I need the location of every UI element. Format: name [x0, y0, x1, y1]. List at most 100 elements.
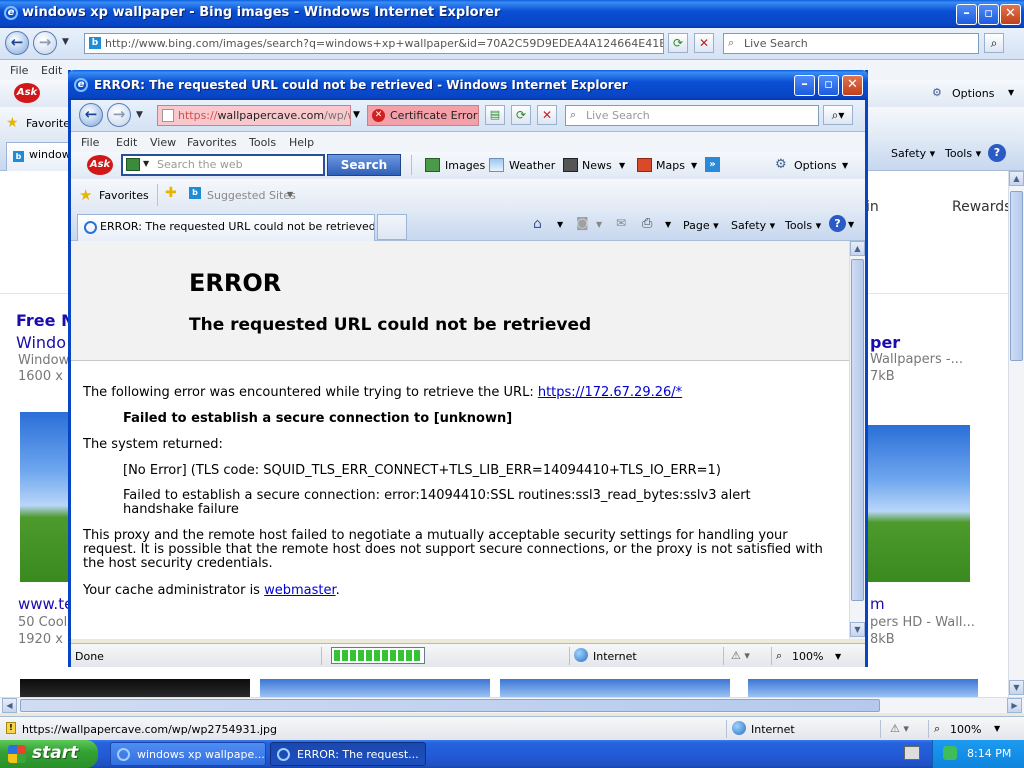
- scroll-left-icon[interactable]: ◀: [2, 698, 17, 713]
- live-search-input[interactable]: ⌕ Live Search: [565, 105, 819, 126]
- tab-bing[interactable]: b windows: [6, 142, 76, 171]
- webmaster-link[interactable]: webmaster: [264, 583, 336, 598]
- menu-edit[interactable]: Edit: [41, 64, 62, 77]
- ask-link-news[interactable]: News: [582, 159, 612, 172]
- scroll-thumb[interactable]: [1010, 191, 1023, 361]
- requested-url-link[interactable]: https://172.67.29.26/*: [538, 385, 682, 400]
- options-chevron-icon[interactable]: ▼: [842, 161, 848, 170]
- refresh-icon[interactable]: ⟳: [511, 105, 531, 125]
- result-title-link[interactable]: per: [870, 333, 900, 352]
- close-button[interactable]: ✕: [842, 75, 863, 96]
- menu-favorites[interactable]: Favorites: [187, 136, 237, 149]
- recent-pages-chevron-icon[interactable]: ▼: [62, 37, 69, 47]
- scroll-up-icon[interactable]: ▲: [850, 241, 865, 256]
- menu-tools[interactable]: Tools: [249, 136, 276, 149]
- network-icon[interactable]: [943, 746, 957, 760]
- page-menu[interactable]: Page ▾: [683, 219, 719, 232]
- scroll-right-icon[interactable]: ▶: [1007, 698, 1022, 713]
- home-chevron-icon[interactable]: ▼: [557, 220, 563, 229]
- certificate-error-button[interactable]: ✕ Certificate Error: [367, 105, 479, 126]
- safety-menu[interactable]: Safety ▾: [731, 219, 775, 232]
- help-icon[interactable]: ?: [988, 144, 1006, 162]
- print-chevron-icon[interactable]: ▼: [665, 220, 671, 229]
- options-button[interactable]: Options: [952, 87, 994, 100]
- help-chevron-icon[interactable]: ▼: [848, 220, 854, 229]
- thumbnail-image[interactable]: [20, 679, 250, 697]
- zoom-level[interactable]: 100%: [950, 723, 981, 736]
- favorites-button[interactable]: Favorites: [99, 189, 149, 202]
- scroll-thumb[interactable]: [20, 699, 880, 712]
- start-button[interactable]: start: [0, 740, 98, 768]
- mail-icon[interactable]: ✉: [616, 216, 626, 230]
- back-button[interactable]: ←: [5, 31, 29, 55]
- back-button[interactable]: ←: [79, 103, 103, 127]
- search-go-button[interactable]: ⌕▾: [823, 105, 853, 125]
- title-bar[interactable]: e ERROR: The requested URL could not be …: [68, 70, 868, 100]
- rewards-link[interactable]: Rewards: [952, 199, 1008, 215]
- forward-button[interactable]: →: [33, 31, 57, 55]
- feeds-icon[interactable]: ◙: [576, 216, 589, 231]
- ask-search-button[interactable]: Search: [327, 154, 401, 176]
- news-chevron-icon[interactable]: ▼: [619, 161, 625, 170]
- engine-chevron-icon[interactable]: ▼: [143, 159, 149, 168]
- address-bar[interactable]: b http://www.bing.com/images/search?q=wi…: [84, 33, 664, 54]
- scroll-down-icon[interactable]: ▼: [1009, 680, 1024, 695]
- zoom-level[interactable]: 100%: [792, 650, 823, 663]
- search-go-button[interactable]: ⌕: [984, 33, 1004, 53]
- clock[interactable]: 8:14 PM: [967, 747, 1011, 760]
- forward-button[interactable]: →: [107, 103, 131, 127]
- help-icon[interactable]: ?: [829, 215, 846, 232]
- minimize-button[interactable]: –: [794, 75, 815, 96]
- suggested-sites-chevron-icon[interactable]: ▼: [287, 190, 293, 199]
- more-chevron-icon[interactable]: »: [705, 157, 720, 172]
- ask-logo-icon[interactable]: Ask: [87, 155, 113, 175]
- scroll-thumb[interactable]: [851, 259, 864, 601]
- options-button[interactable]: Options: [794, 159, 836, 172]
- thumbnail-image[interactable]: [500, 679, 730, 697]
- menu-file[interactable]: File: [10, 64, 28, 77]
- safety-menu[interactable]: Safety ▾: [891, 147, 935, 160]
- maximize-button[interactable]: ▫: [818, 75, 839, 96]
- thumbnail-image[interactable]: [260, 679, 490, 697]
- address-dropdown-icon[interactable]: ▼: [353, 110, 360, 120]
- thumbnail-image[interactable]: [748, 679, 978, 697]
- menu-view[interactable]: View: [150, 136, 176, 149]
- refresh-icon[interactable]: ⟳: [668, 33, 688, 53]
- print-icon[interactable]: ⎙: [642, 216, 652, 231]
- ask-engine-icon[interactable]: [126, 158, 140, 171]
- thumbnail-image[interactable]: [20, 412, 70, 582]
- live-search-input[interactable]: ⌕ Live Search: [723, 33, 979, 54]
- taskbar-item-error[interactable]: ERROR: The request...: [270, 742, 426, 766]
- suggested-sites-button[interactable]: Suggested Sites: [207, 189, 296, 202]
- zoom-chevron-icon[interactable]: ▼: [835, 652, 841, 661]
- stop-icon[interactable]: ✕: [537, 105, 557, 125]
- horizontal-scrollbar[interactable]: ◀ ▶: [0, 697, 1024, 713]
- scroll-up-icon[interactable]: ▲: [1009, 171, 1024, 186]
- compatibility-icon[interactable]: ▤: [485, 105, 505, 125]
- ask-logo-icon[interactable]: Ask: [14, 83, 40, 103]
- vertical-scrollbar[interactable]: ▲ ▼: [849, 241, 865, 639]
- taskbar-item-bing[interactable]: windows xp wallpape...: [110, 742, 266, 766]
- ask-link-maps[interactable]: Maps: [656, 159, 685, 172]
- scroll-down-icon[interactable]: ▼: [850, 622, 865, 637]
- maps-chevron-icon[interactable]: ▼: [691, 161, 697, 170]
- menu-file[interactable]: File: [81, 136, 99, 149]
- vertical-scrollbar[interactable]: ▲ ▼: [1008, 171, 1024, 697]
- address-bar[interactable]: https://wallpapercave.com/wp/we: [157, 105, 351, 126]
- menu-help[interactable]: Help: [289, 136, 314, 149]
- recent-pages-chevron-icon[interactable]: ▼: [136, 110, 143, 120]
- options-chevron-icon[interactable]: ▼: [1008, 88, 1014, 97]
- zoom-chevron-icon[interactable]: ▼: [994, 724, 1000, 733]
- maximize-button[interactable]: ▫: [978, 4, 999, 25]
- title-bar[interactable]: e windows xp wallpaper - Bing images - W…: [0, 0, 1024, 28]
- keyboard-icon[interactable]: [904, 746, 920, 760]
- ask-link-weather[interactable]: Weather: [509, 159, 555, 172]
- tools-menu[interactable]: Tools ▾: [945, 147, 981, 160]
- menu-edit[interactable]: Edit: [116, 136, 137, 149]
- home-icon[interactable]: ⌂: [533, 216, 542, 232]
- thumbnail-image[interactable]: [866, 425, 970, 582]
- result-title-link[interactable]: www.te: [18, 595, 73, 613]
- protected-mode-icon[interactable]: ⚠ ▾: [731, 649, 750, 662]
- ask-link-images[interactable]: Images: [445, 159, 485, 172]
- close-button[interactable]: ✕: [1000, 4, 1021, 25]
